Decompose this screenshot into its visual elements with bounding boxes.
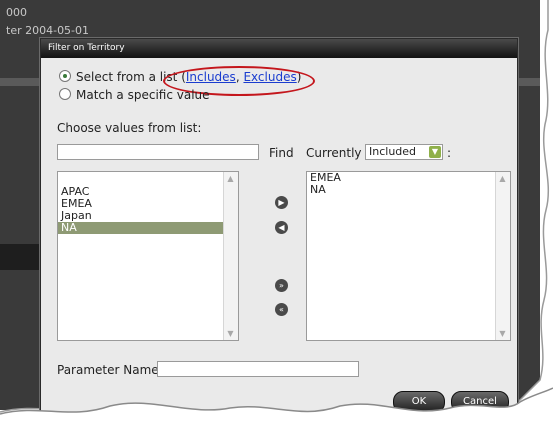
dialog-title: Filter on Territory bbox=[41, 39, 517, 58]
scroll-down-icon[interactable]: ▼ bbox=[498, 329, 507, 338]
select-from-list-radio[interactable] bbox=[59, 70, 71, 82]
current-values-list[interactable]: EMEA NA ▲ ▼ bbox=[306, 171, 511, 341]
move-left-button[interactable]: ◀ bbox=[275, 221, 288, 234]
match-specific-value-option[interactable]: Match a specific value bbox=[59, 88, 210, 102]
match-specific-value-radio[interactable] bbox=[59, 88, 71, 100]
chevron-down-icon: ▼ bbox=[429, 146, 441, 158]
find-label: Find bbox=[269, 146, 294, 160]
scroll-down-icon[interactable]: ▼ bbox=[226, 329, 235, 338]
list-item[interactable]: NA bbox=[307, 184, 510, 196]
list-item[interactable]: EMEA bbox=[307, 172, 510, 184]
find-input[interactable] bbox=[57, 144, 259, 160]
list-item-selected[interactable]: NA bbox=[58, 222, 238, 234]
cancel-button[interactable]: Cancel bbox=[451, 391, 509, 413]
scroll-up-icon[interactable]: ▲ bbox=[498, 174, 507, 183]
currently-value: Included bbox=[369, 145, 417, 158]
available-list-scrollbar[interactable]: ▲ ▼ bbox=[223, 172, 238, 340]
currently-select[interactable]: Included ▼ bbox=[365, 144, 443, 160]
list-item[interactable]: Japan bbox=[58, 210, 238, 222]
scroll-up-icon[interactable]: ▲ bbox=[226, 174, 235, 183]
currently-colon: : bbox=[447, 146, 452, 160]
ok-button[interactable]: OK bbox=[393, 391, 445, 413]
currently-label: Currently bbox=[306, 146, 362, 160]
parameter-name-input[interactable] bbox=[157, 361, 359, 377]
available-values-list[interactable]: APAC EMEA Japan NA ▲ ▼ bbox=[57, 171, 239, 341]
move-all-right-button[interactable]: » bbox=[275, 279, 288, 292]
move-all-left-button[interactable]: « bbox=[275, 303, 288, 316]
move-right-button[interactable]: ▶ bbox=[275, 196, 288, 209]
match-specific-value-label: Match a specific value bbox=[76, 88, 210, 102]
parameter-name-label: Parameter Name: bbox=[57, 363, 163, 377]
filter-dialog: Filter on Territory Select from a list (… bbox=[40, 38, 518, 420]
current-list-scrollbar[interactable]: ▲ ▼ bbox=[495, 172, 510, 340]
choose-values-label: Choose values from list: bbox=[57, 121, 202, 135]
